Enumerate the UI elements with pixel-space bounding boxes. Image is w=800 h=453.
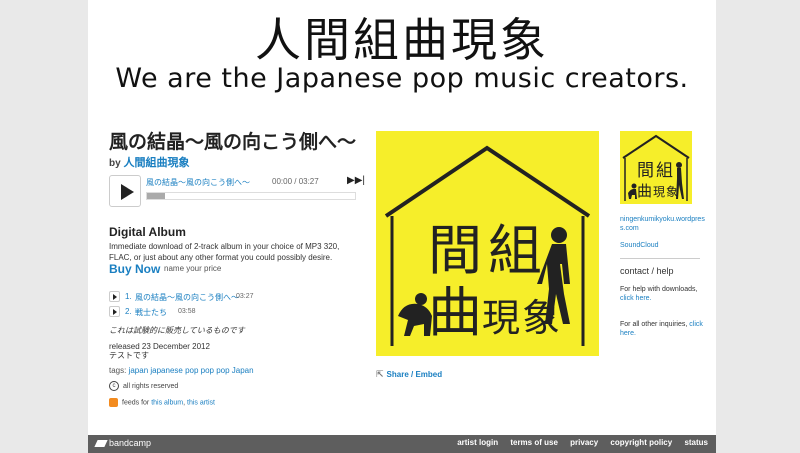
release-text: テストです: [109, 351, 149, 360]
soundcloud-link[interactable]: SoundCloud: [620, 242, 659, 249]
rights-text: all rights reserved: [123, 382, 179, 390]
player-track-name[interactable]: 風の結晶〜風の向こう側へ〜: [146, 177, 250, 188]
footer-links: artist login terms of use privacy copyri…: [447, 438, 708, 447]
track-title[interactable]: 戦士たち: [135, 307, 167, 318]
byline: by 人間組曲現象: [109, 154, 189, 170]
share-icon: ⇱: [376, 369, 384, 379]
next-track-icon[interactable]: ▶▶|: [347, 175, 365, 186]
thumbnail-char: 間: [637, 161, 654, 181]
artwork-char: 曲: [428, 281, 482, 344]
album-title: 風の結晶〜風の向こう側へ〜: [109, 131, 357, 153]
player-time: 00:00 / 03:27: [272, 177, 319, 186]
release-date: released 23 December 2012: [109, 342, 210, 351]
buy-now-link[interactable]: Buy Now: [109, 262, 160, 276]
footer: bandcamp artist login terms of use priva…: [88, 435, 716, 453]
track-duration: 03:58: [178, 308, 196, 315]
tags-links[interactable]: japan japanese pop pop pop Japan: [129, 366, 254, 375]
thumbnail-graphic: 間 組 曲 現 象: [622, 134, 690, 201]
track-title[interactable]: 風の結晶〜風の向こう側へ〜: [135, 292, 239, 303]
digital-album-description: Immediate download of 2-track album in y…: [109, 242, 340, 262]
other-inquiries: For all other inquiries, click here.: [620, 320, 705, 338]
footer-link-terms[interactable]: terms of use: [510, 438, 558, 447]
play-button[interactable]: [109, 175, 141, 207]
page: 人間組曲現象 We are the Japanese pop music cre…: [88, 0, 716, 435]
track-duration: 03:27: [236, 293, 254, 300]
bandcamp-mark-icon: [94, 440, 108, 448]
thumbnail-char: 組: [656, 161, 673, 181]
artist-link[interactable]: 人間組曲現象: [123, 157, 189, 169]
album-note: これは試験的に販売しているものです: [109, 326, 245, 335]
artist-thumbnail[interactable]: 間 組 曲 現 象: [620, 131, 692, 204]
release-info: released 23 December 2012 テストです: [109, 342, 210, 360]
footer-link-artist-login[interactable]: artist login: [457, 438, 498, 447]
wordpress-link[interactable]: ningenkumikyoku.wordpress.com: [620, 215, 710, 233]
footer-link-status[interactable]: status: [684, 438, 708, 447]
progress-bar[interactable]: [146, 192, 356, 200]
site-title[interactable]: 人間組曲現象: [88, 4, 716, 70]
download-help: For help with downloads, click here.: [620, 285, 705, 303]
tags-label: tags:: [109, 366, 127, 375]
album-artwork[interactable]: 間 組 曲 現 象: [376, 131, 599, 356]
rights: c all rights reserved: [109, 381, 178, 391]
share-label[interactable]: Share / Embed: [387, 370, 443, 379]
track-play-icon[interactable]: [109, 306, 120, 317]
contact-help-heading: contact / help: [620, 266, 674, 276]
thumbnail-char: 現: [653, 185, 665, 199]
tags: tags: japan japanese pop pop pop Japan: [109, 366, 254, 375]
footer-link-privacy[interactable]: privacy: [570, 438, 598, 447]
by-prefix: by: [109, 158, 121, 169]
rss-icon[interactable]: [109, 398, 118, 407]
artwork-char: 現: [482, 296, 520, 340]
share-embed-link[interactable]: ⇱ Share / Embed: [376, 369, 442, 380]
site-subtitle: We are the Japanese pop music creators.: [115, 63, 689, 94]
track-number: 2.: [125, 307, 132, 316]
digital-album-heading: Digital Album: [109, 225, 186, 239]
feed-artist-link[interactable]: this artist: [187, 399, 215, 406]
bandcamp-logo[interactable]: bandcamp: [94, 438, 152, 448]
footer-link-copyright[interactable]: copyright policy: [610, 438, 672, 447]
download-help-link[interactable]: click here.: [620, 295, 652, 302]
feeds: feeds for this album, this artist: [109, 398, 215, 407]
feeds-label: feeds for: [122, 399, 150, 407]
thumbnail-char: 曲: [637, 182, 652, 200]
download-help-text: For help with downloads,: [620, 286, 698, 293]
progress-knob[interactable]: [147, 193, 165, 199]
artwork-char: 間: [428, 219, 482, 282]
track-number: 1.: [125, 292, 132, 301]
audio-player: 風の結晶〜風の向こう側へ〜 00:00 / 03:27 ▶▶|: [109, 175, 365, 207]
other-inquiries-text: For all other inquiries,: [620, 321, 688, 328]
artwork-char: 組: [488, 219, 542, 282]
artwork-graphic: 間 組 曲 現 象: [384, 145, 591, 346]
name-your-price: name your price: [164, 264, 222, 273]
sidebar-divider: [620, 258, 700, 259]
feed-album-link[interactable]: this album: [151, 399, 183, 406]
track-play-icon[interactable]: [109, 291, 120, 302]
bandcamp-logo-text: bandcamp: [109, 438, 152, 448]
copyright-icon: c: [109, 381, 119, 391]
